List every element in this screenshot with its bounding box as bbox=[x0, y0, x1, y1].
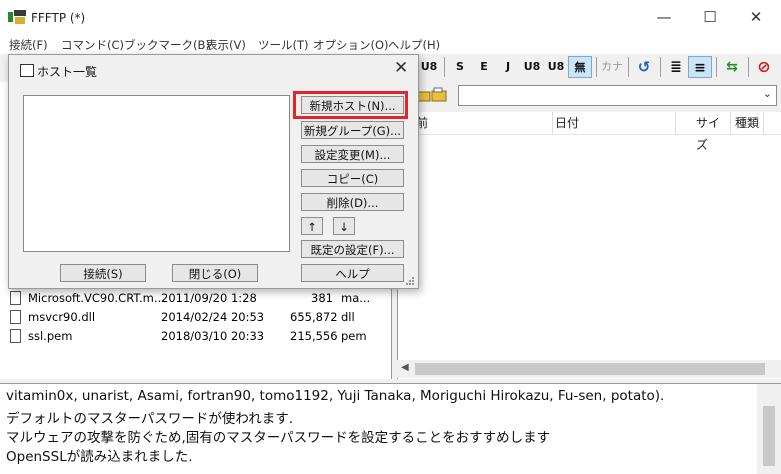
table-row[interactable]: msvcr90.dll 2014/02/24 20:53 655,872 dll bbox=[8, 308, 388, 327]
file-date: 2018/03/10 20:33 bbox=[161, 329, 265, 343]
window-icon bbox=[20, 64, 34, 77]
column-header-size[interactable]: サイズ bbox=[696, 112, 731, 152]
file-size: 655,872 bbox=[290, 310, 338, 324]
scroll-left-icon[interactable]: ◀ bbox=[401, 362, 409, 373]
file-icon bbox=[10, 310, 21, 324]
file-name: ssl.pem bbox=[28, 329, 73, 343]
file-icon bbox=[10, 291, 21, 305]
list-view-icon[interactable]: ≣ bbox=[664, 56, 688, 78]
scrollbar-thumb[interactable] bbox=[415, 363, 765, 375]
menu-command[interactable]: コマンド(C) bbox=[61, 37, 124, 53]
menu-help[interactable]: ヘルプ(H) bbox=[388, 37, 440, 53]
kana-toolbar-button[interactable]: カナ bbox=[600, 56, 624, 78]
window-title: FFFTP (*) bbox=[31, 11, 86, 25]
jis-toolbar-button[interactable]: J bbox=[496, 56, 520, 78]
file-type: dll bbox=[341, 310, 355, 324]
ffftp-app-icon bbox=[8, 10, 26, 24]
toolbar-separator bbox=[628, 57, 629, 77]
menu-view[interactable]: 表示(V) bbox=[206, 37, 246, 53]
toolbar-separator bbox=[748, 57, 749, 77]
move-up-button[interactable]: ↑ bbox=[301, 217, 323, 235]
log-line: マルウェアの攻撃を防ぐため,固有のマスターパスワードを設定することをおすすめしま… bbox=[6, 430, 551, 446]
maximize-button[interactable]: ☐ bbox=[687, 0, 733, 34]
close-window-button[interactable]: ✕ bbox=[733, 0, 779, 34]
resize-grip-icon[interactable] bbox=[406, 277, 414, 285]
delete-button[interactable]: 削除(D)... bbox=[301, 193, 404, 211]
refresh-icon[interactable]: ↺ bbox=[632, 56, 656, 78]
remote-file-pane: 前 日付 サイズ 種類 bbox=[397, 112, 781, 379]
menu-options[interactable]: オプション(O) bbox=[313, 37, 389, 53]
file-size: 215,556 bbox=[290, 329, 338, 343]
move-down-button[interactable]: ↓ bbox=[333, 217, 355, 235]
vertical-scrollbar[interactable] bbox=[757, 384, 781, 474]
sync-folder-icon[interactable]: ⇆ bbox=[720, 56, 744, 78]
menu-bookmark[interactable]: ブックマーク(B) bbox=[124, 37, 210, 53]
column-header-kind[interactable]: 種類 bbox=[735, 112, 764, 134]
file-size: 381 bbox=[311, 291, 333, 305]
euc-toolbar-button[interactable]: E bbox=[472, 56, 496, 78]
toolbar-separator bbox=[660, 57, 661, 77]
toolbar-separator bbox=[716, 57, 717, 77]
sjis-toolbar-button[interactable]: S bbox=[448, 56, 472, 78]
file-icon bbox=[10, 329, 21, 343]
no-convert-toolbar-button[interactable]: 無 bbox=[568, 56, 592, 78]
folder-up-icon[interactable] bbox=[417, 86, 431, 102]
toolbar-separator bbox=[596, 57, 597, 77]
table-row[interactable]: ssl.pem 2018/03/10 20:33 215,556 pem bbox=[8, 327, 388, 346]
help-button[interactable]: ヘルプ bbox=[301, 264, 404, 282]
log-line: vitamin0x, unarist, Asami, fortran90, to… bbox=[6, 388, 665, 404]
file-name: Microsoft.VC90.CRT.m... bbox=[28, 291, 165, 305]
open-folder-icon[interactable] bbox=[431, 86, 449, 102]
file-type: ma... bbox=[341, 291, 371, 305]
menu-connect[interactable]: 接続(F) bbox=[9, 37, 48, 53]
highlight-box bbox=[293, 91, 408, 119]
copy-button[interactable]: コピー(C) bbox=[301, 169, 404, 187]
chevron-down-icon[interactable]: ⌄ bbox=[763, 87, 772, 100]
close-icon[interactable]: ✕ bbox=[394, 58, 408, 78]
file-name: msvcr90.dll bbox=[28, 310, 96, 324]
toolbar: U8 S E J U8 U8 無 カナ ↺ ≣ ≡ ⇆ ⊘ bbox=[417, 55, 781, 81]
column-header-name[interactable]: 前 bbox=[416, 112, 553, 134]
dialog-title: ホスト一覧 bbox=[37, 65, 98, 79]
change-settings-button[interactable]: 設定変更(M)... bbox=[301, 145, 404, 163]
host-list-dialog: ホスト一覧 ✕ 新規ホスト(N)... 新規グループ(G)... 設定変更(M)… bbox=[8, 54, 419, 289]
detail-view-icon[interactable]: ≡ bbox=[688, 56, 712, 78]
new-group-button[interactable]: 新規グループ(G)... bbox=[301, 121, 404, 139]
connect-button[interactable]: 接続(S) bbox=[60, 264, 146, 282]
utf8n-toolbar-button[interactable]: U8 bbox=[520, 56, 544, 78]
table-row[interactable]: Microsoft.VC90.CRT.m... 2011/09/20 1:28 … bbox=[8, 289, 388, 308]
dialog-close-button[interactable]: 閉じる(O) bbox=[172, 264, 258, 282]
remote-path-combobox[interactable]: ⌄ bbox=[458, 85, 777, 106]
minimize-button[interactable]: — bbox=[641, 0, 687, 34]
abort-icon[interactable]: ⊘ bbox=[752, 56, 776, 78]
scrollbar-thumb[interactable] bbox=[763, 406, 775, 466]
horizontal-scrollbar[interactable]: ◀ bbox=[397, 360, 781, 378]
column-header-date[interactable]: 日付 bbox=[555, 112, 676, 134]
utf8-toolbar-button[interactable]: U8 bbox=[417, 56, 441, 78]
title-bar: FFFTP (*) — ☐ ✕ bbox=[0, 0, 781, 34]
host-list-tree[interactable] bbox=[23, 95, 290, 252]
file-type: pem bbox=[341, 329, 367, 343]
menu-tools[interactable]: ツール(T) bbox=[258, 37, 309, 53]
file-date: 2014/02/24 20:53 bbox=[161, 310, 265, 324]
file-date: 2011/09/20 1:28 bbox=[161, 291, 257, 305]
log-pane: vitamin0x, unarist, Asami, fortran90, to… bbox=[0, 383, 781, 474]
column-header-row: 前 日付 サイズ 種類 bbox=[398, 112, 781, 152]
toolbar-separator bbox=[444, 57, 445, 77]
log-line: デフォルトのマスターパスワードが使われます. bbox=[6, 411, 293, 427]
log-line: OpenSSLが読み込まれました. bbox=[6, 449, 193, 465]
utf8bom-toolbar-button[interactable]: U8 bbox=[544, 56, 568, 78]
default-settings-button[interactable]: 既定の設定(F)... bbox=[301, 240, 404, 258]
menu-bar: 接続(F) コマンド(C) ブックマーク(B) 表示(V) ツール(T) オプシ… bbox=[0, 34, 781, 54]
